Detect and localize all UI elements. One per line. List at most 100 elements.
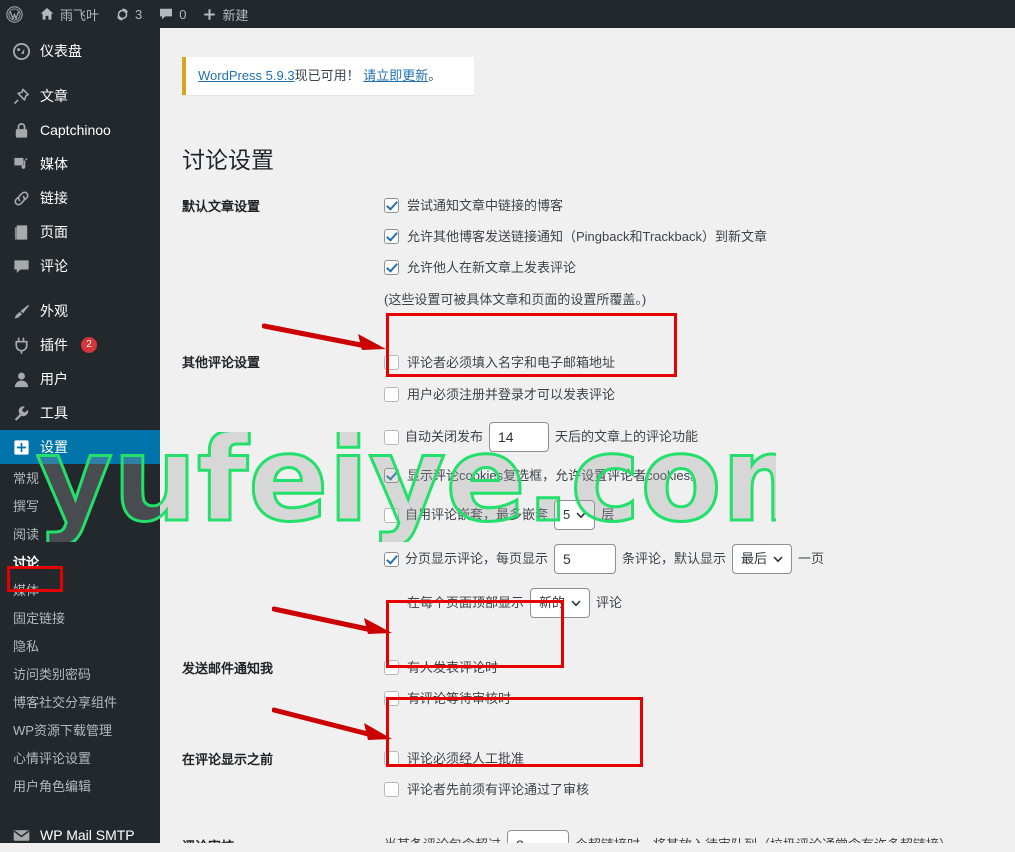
moderation-links-input[interactable]: 2 (507, 830, 570, 843)
checkbox-paged-comments[interactable] (384, 552, 399, 568)
submenu-item-user-role-editor[interactable]: 用户角色编辑 (0, 773, 160, 801)
sidebar-item-tools[interactable]: 工具 (0, 396, 160, 430)
sidebar-label-dashboard: 仪表盘 (40, 43, 82, 59)
checkbox-allow-pingbacks[interactable] (384, 229, 399, 245)
plugins-icon (11, 335, 31, 355)
sidebar-item-links[interactable]: 链接 (0, 181, 160, 215)
sidebar-item-media[interactable]: 媒体 (0, 147, 160, 181)
sidebar-item-wp-mail-smtp[interactable]: WP Mail SMTP (0, 818, 160, 852)
checkbox-close-comments[interactable] (384, 430, 399, 446)
checkbox-show-cookies[interactable] (384, 467, 399, 483)
adminbar-site-name[interactable]: 雨飞叶 (31, 0, 107, 28)
appearance-brush-icon (11, 301, 31, 321)
default-page-select[interactable]: 最后 (732, 543, 793, 574)
submenu-item-download-manager[interactable]: WP资源下载管理 (0, 717, 160, 745)
checkbox-notify-linked-blogs[interactable] (384, 198, 399, 213)
checkbox-require-name-email[interactable] (384, 355, 399, 371)
wordpress-logo-icon (6, 5, 23, 23)
adminbar-new-content[interactable]: 新建 (194, 0, 256, 28)
option-show-cookies-checkbox[interactable]: 显示评论cookies复选框，允许设置评论者cookies。 (384, 466, 1015, 486)
sidebar-item-captchinoo[interactable]: Captchinoo (0, 113, 160, 147)
checkbox-email-moderation[interactable] (384, 690, 399, 706)
admin-sidebar-menu: 仪表盘 文章 Captchinoo 媒体 链接 页面 评论 外观 插件 2 用户… (0, 28, 160, 843)
sidebar-item-dashboard[interactable]: 仪表盘 (0, 34, 160, 68)
submenu-item-general[interactable]: 常规 (0, 465, 160, 493)
option-require-registration[interactable]: 用户必须注册并登录才可以发表评论 (384, 385, 1015, 405)
sidebar-item-appearance[interactable]: 外观 (0, 294, 160, 328)
option-require-name-email[interactable]: 评论者必须填入名字和电子邮箱地址 (384, 353, 1015, 373)
sidebar-label-wp-mail-smtp: WP Mail SMTP (40, 827, 135, 843)
sidebar-label-plugins: 插件 (40, 337, 68, 353)
threaded-depth-select[interactable]: 5 (554, 499, 596, 530)
sidebar-label-comments: 评论 (40, 258, 68, 274)
update-now-link[interactable]: 请立即更新 (363, 68, 428, 83)
submenu-item-permalinks[interactable]: 固定链接 (0, 605, 160, 633)
adminbar-wp-logo[interactable] (0, 0, 31, 28)
close-days-input[interactable]: 14 (489, 421, 550, 452)
submenu-item-discussion[interactable]: 讨论 (0, 549, 160, 577)
paging-middle: 条评论，默认显示 (622, 550, 727, 566)
chevron-down-icon (576, 512, 586, 519)
adminbar-comments[interactable]: 0 (150, 0, 194, 28)
option-previously-approved[interactable]: 评论者先前须有评论通过了审核 (384, 780, 1015, 800)
option-paged-comments[interactable]: 分页显示评论，每页显示 5 条评论，默认显示 最后 一页 (384, 543, 1015, 574)
checkbox-previously-approved[interactable] (384, 782, 399, 798)
checkbox-manual-approval[interactable] (384, 751, 399, 767)
label-email-me: 发送邮件通知我 (182, 660, 274, 676)
order-suffix: 评论 (596, 594, 623, 610)
submenu-item-reading[interactable]: 阅读 (0, 521, 160, 549)
site-name-label: 雨飞叶 (60, 7, 100, 23)
default-post-description: (这些设置可被具体文章和页面的设置所覆盖。) (384, 292, 647, 308)
option-label: 评论者先前须有评论通过了审核 (407, 782, 590, 798)
submenu-item-social-share[interactable]: 博客社交分享组件 (0, 689, 160, 717)
submenu-item-privacy[interactable]: 隐私 (0, 633, 160, 661)
checkbox-require-registration[interactable] (384, 386, 399, 402)
link-icon (11, 188, 31, 208)
option-manual-approval[interactable]: 评论必须经人工批准 (384, 749, 1015, 769)
submenu-item-media[interactable]: 媒体 (0, 577, 160, 605)
sidebar-item-settings[interactable]: 设置 (0, 430, 160, 464)
notice-tail: 。 (428, 68, 442, 83)
checkbox-threaded-comments[interactable] (384, 508, 399, 524)
sidebar-label-tools: 工具 (40, 405, 68, 421)
option-comment-order[interactable]: 在每个页面顶部显示 新的 评论 (384, 587, 1015, 618)
option-close-comments-after-days[interactable]: 自动关闭发布 14 天后的文章上的评论功能 (384, 421, 1015, 452)
sidebar-label-pages: 页面 (40, 224, 68, 240)
option-threaded-comments[interactable]: 自用评论嵌套，最多嵌套 5 层 (384, 499, 1015, 530)
checkbox-allow-comments[interactable] (384, 260, 399, 276)
option-email-on-moderation[interactable]: 有评论等待审核时 (384, 689, 1015, 709)
submenu-item-mood-comment-settings[interactable]: 心情评论设置 (0, 745, 160, 773)
new-content-label: 新建 (222, 7, 249, 23)
sidebar-divider-3 (0, 807, 160, 818)
moderation-links-row: 当某条评论包含超过 2 个超链接时，将其放入待审队列（垃圾评论通常含有许多超链接… (384, 830, 1015, 843)
submenu-item-writing[interactable]: 撰写 (0, 493, 160, 521)
sidebar-item-pages[interactable]: 页面 (0, 215, 160, 249)
label-other-comment-settings: 其他评论设置 (182, 355, 261, 371)
adminbar-updates[interactable]: 3 (107, 0, 150, 28)
comment-order-value: 新的 (539, 594, 566, 610)
home-icon (40, 8, 54, 20)
paging-prefix: 分页显示评论，每页显示 (405, 550, 549, 566)
plus-icon (204, 8, 216, 20)
sidebar-item-plugins[interactable]: 插件 2 (0, 328, 160, 362)
comment-order-select[interactable]: 新的 (530, 587, 591, 618)
wordpress-version-link[interactable]: WordPress 5.9.3 (198, 68, 295, 83)
option-notify-linked-blogs[interactable]: 尝试通知文章中链接的博客 (384, 196, 1015, 216)
option-allow-comments[interactable]: 允许他人在新文章上发表评论 (384, 258, 1015, 278)
checkbox-email-new-comment[interactable] (384, 659, 399, 675)
option-email-on-new-comment[interactable]: 有人发表评论时 (384, 658, 1015, 678)
sidebar-item-users[interactable]: 用户 (0, 362, 160, 396)
sidebar-item-comments[interactable]: 评论 (0, 249, 160, 283)
sidebar-item-posts[interactable]: 文章 (0, 79, 160, 113)
pin-icon (11, 86, 31, 106)
sidebar-label-posts: 文章 (40, 88, 68, 104)
submenu-item-category-password[interactable]: 访问类别密码 (0, 661, 160, 689)
default-page-value: 最后 (741, 550, 768, 566)
discussion-settings-form: 默认文章设置 尝试通知文章中链接的博客 允许其他博客发送链接通知（Pingbac… (182, 196, 1015, 843)
comments-per-page-input[interactable]: 5 (554, 543, 617, 574)
page-title: 讨论设置 (182, 147, 274, 173)
plugins-update-badge: 2 (81, 337, 97, 353)
page-icon (11, 222, 31, 242)
option-allow-pingbacks[interactable]: 允许其他博客发送链接通知（Pingback和Trackback）到新文章 (384, 227, 1015, 247)
section-before-comment-appears: 在评论显示之前 评论必须经人工批准 评论者先前须有评论通过了审核 (182, 737, 1015, 800)
